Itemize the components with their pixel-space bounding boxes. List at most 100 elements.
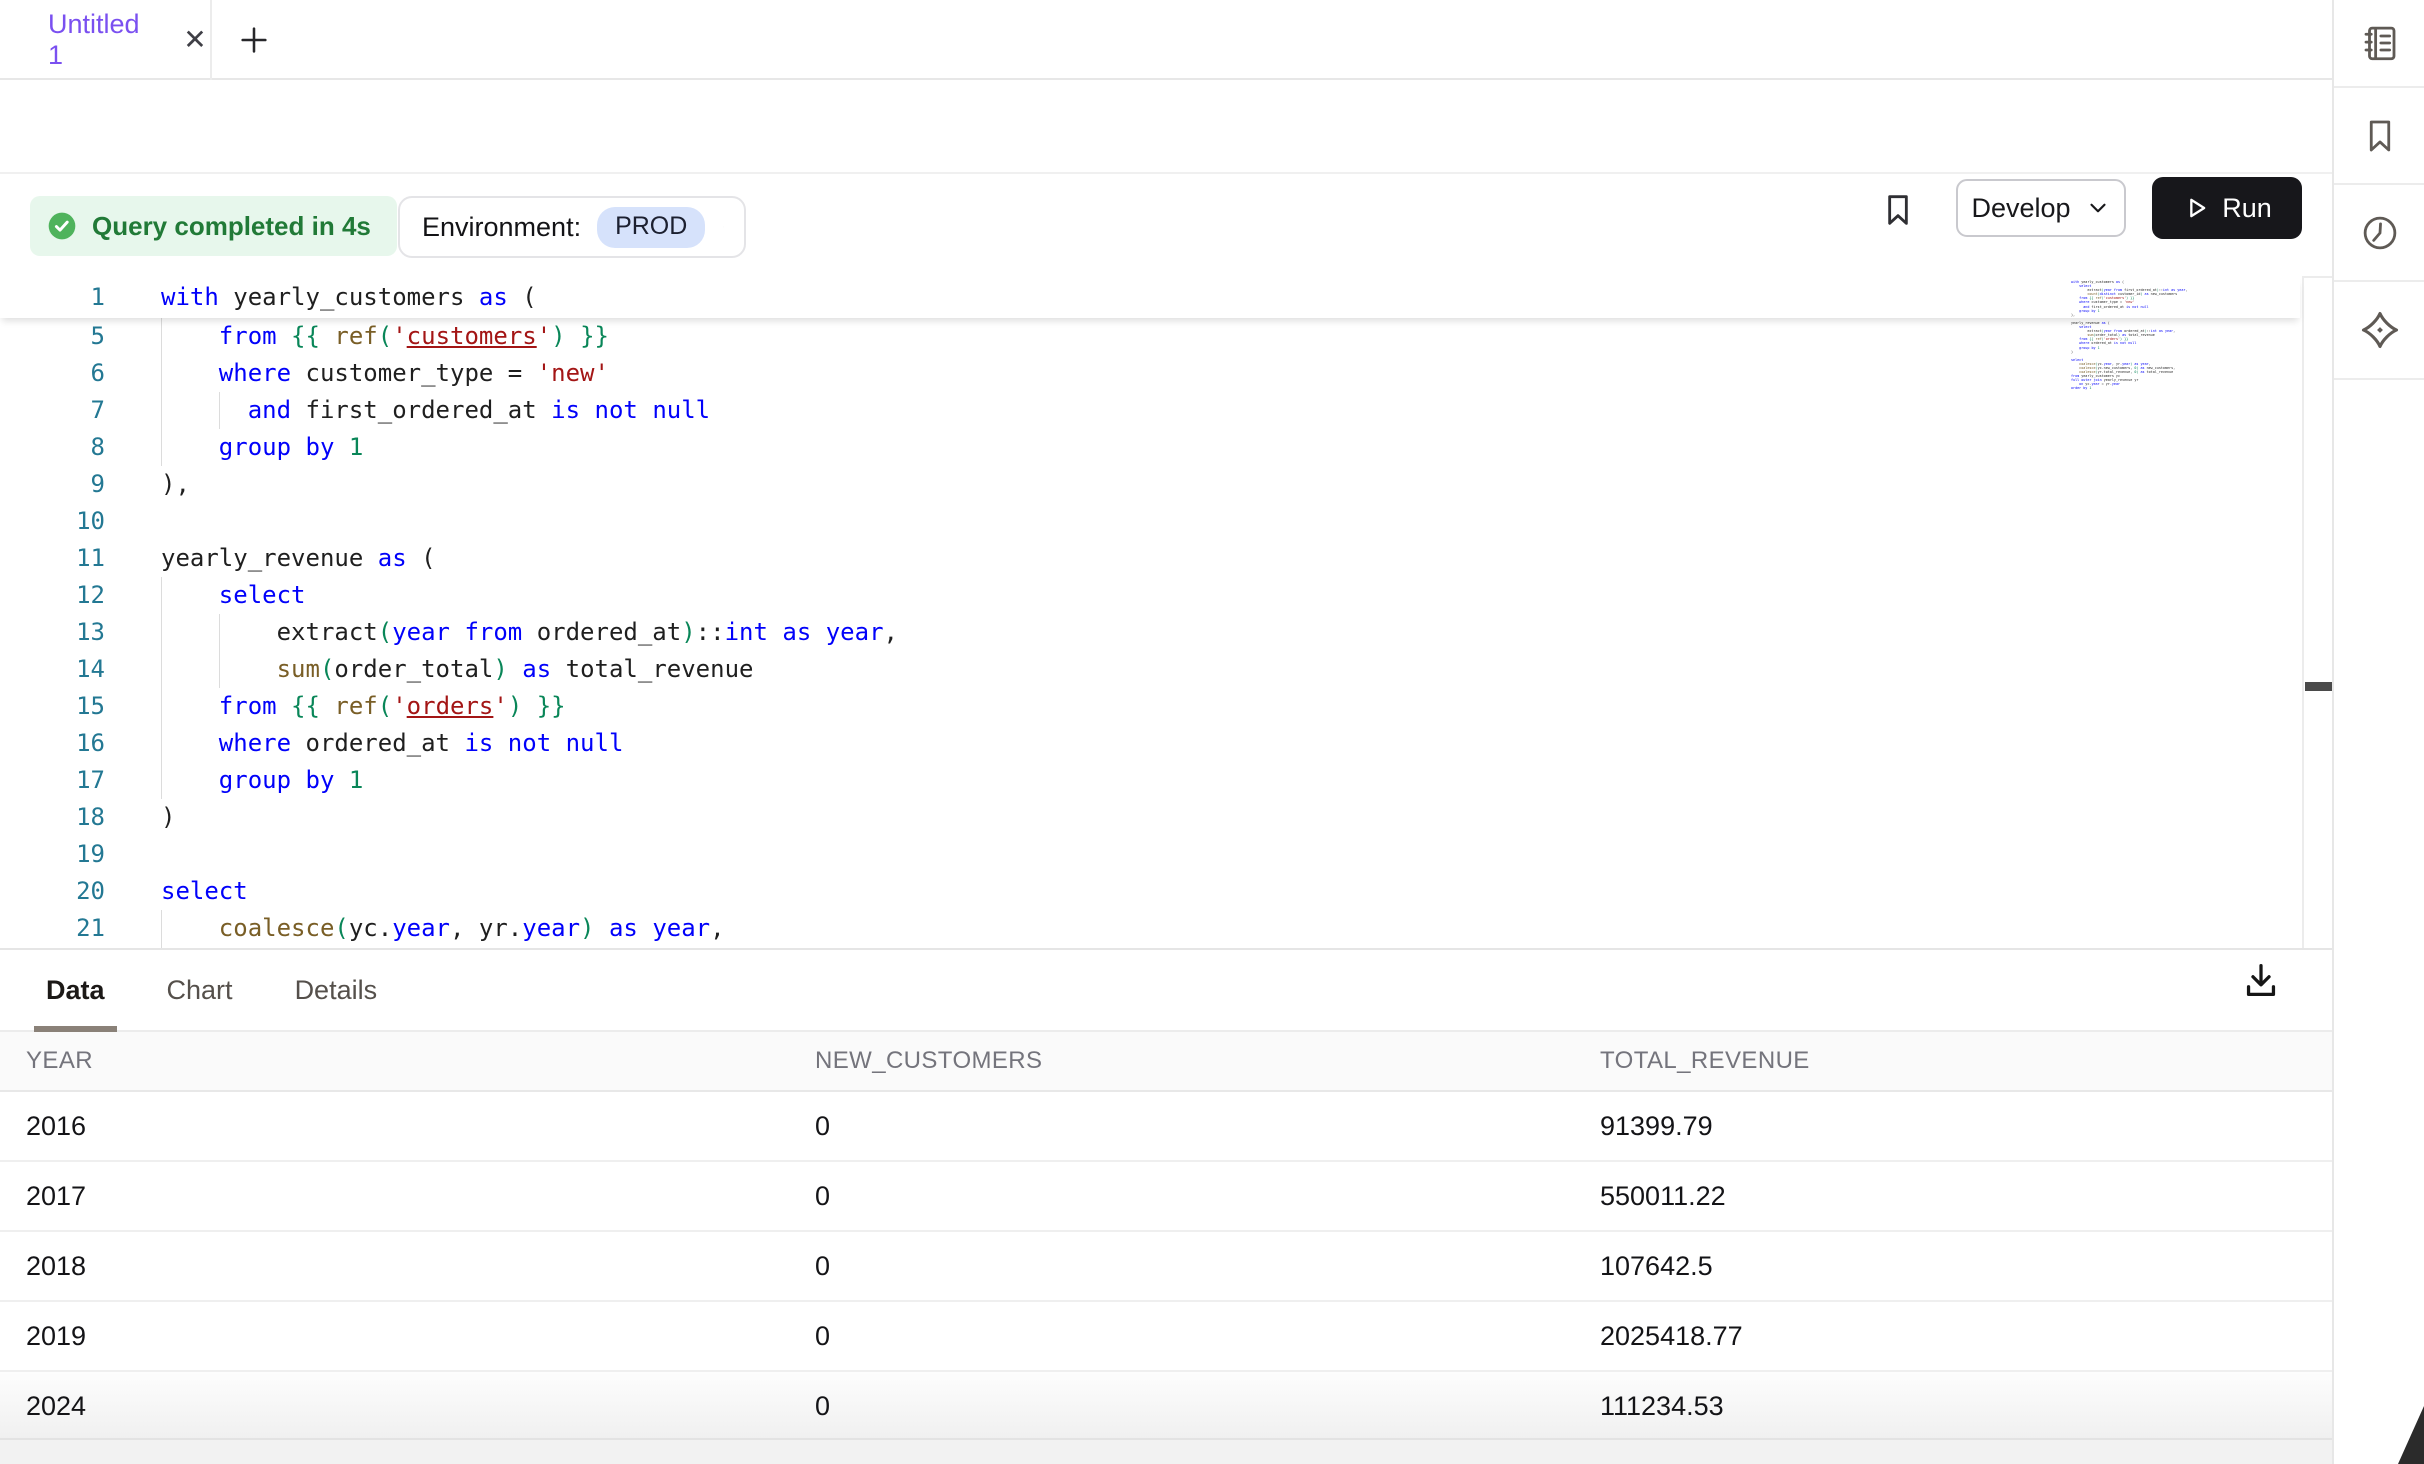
table-cell-year: 2024 bbox=[26, 1391, 815, 1422]
line-number: 7 bbox=[0, 392, 105, 429]
table-cell-year: 2019 bbox=[26, 1321, 815, 1352]
line-number: 19 bbox=[0, 836, 105, 873]
code-text: yearly_revenue as ( bbox=[161, 540, 436, 577]
line-number: 11 bbox=[0, 540, 105, 577]
sticky-scroll-line[interactable]: 1 with yearly_customers as ( bbox=[0, 277, 2300, 318]
line-number: 1 bbox=[0, 277, 105, 318]
line-number: 21 bbox=[0, 910, 105, 947]
new-tab-button[interactable] bbox=[232, 18, 276, 62]
line-number: 15 bbox=[0, 688, 105, 725]
play-icon bbox=[2182, 194, 2210, 222]
table-cell-total_revenue: 107642.5 bbox=[1600, 1251, 2332, 1282]
code-line-8[interactable]: 8 group by 1 bbox=[0, 429, 2060, 466]
sidebar-item-notebook[interactable] bbox=[2334, 0, 2424, 88]
table-cell-year: 2018 bbox=[26, 1251, 815, 1282]
code-line-6[interactable]: 6 where customer_type = 'new' bbox=[0, 355, 2060, 392]
code-line-9[interactable]: 9), bbox=[0, 466, 2060, 503]
line-number: 5 bbox=[0, 318, 105, 355]
line-number: 13 bbox=[0, 614, 105, 651]
download-results-button[interactable] bbox=[2238, 958, 2284, 1004]
code-line-18[interactable]: 18) bbox=[0, 799, 2060, 836]
bookmark-icon bbox=[2359, 115, 2401, 157]
plus-icon bbox=[237, 23, 271, 57]
query-status-badge: Query completed in 4s bbox=[30, 196, 397, 256]
line-number: 6 bbox=[0, 355, 105, 392]
code-text: select bbox=[161, 577, 306, 614]
right-sidebar bbox=[2332, 0, 2424, 1464]
code-line-12[interactable]: 12 select bbox=[0, 577, 2060, 614]
results-tab-bar: Data Chart Details bbox=[0, 950, 2332, 1032]
table-cell-year: 2016 bbox=[26, 1111, 815, 1142]
tab-untitled-1[interactable]: Untitled 1 ✕ bbox=[0, 0, 210, 80]
scrollbar-cursor-marker[interactable] bbox=[2305, 682, 2332, 691]
develop-dropdown-button[interactable]: Develop bbox=[1956, 179, 2126, 237]
code-text: ), bbox=[161, 466, 190, 503]
sql-code-editor[interactable]: 5 from {{ ref('customers') }}6 where cus… bbox=[0, 268, 2332, 948]
run-button[interactable]: Run bbox=[2152, 177, 2302, 239]
code-line-21[interactable]: 21 coalesce(yc.year, yr.year) as year, bbox=[0, 910, 2060, 947]
sidebar-item-bookmarks[interactable] bbox=[2334, 88, 2424, 185]
minimap[interactable]: with yearly_customers as ( select extrac… bbox=[2071, 280, 2196, 391]
column-header-total-revenue: TOTAL_REVENUE bbox=[1600, 1047, 2332, 1075]
editor-scrollbar-track[interactable] bbox=[2302, 276, 2332, 948]
sidebar-item-history[interactable] bbox=[2334, 185, 2424, 282]
chevron-down-icon bbox=[2085, 195, 2111, 221]
line-number: 9 bbox=[0, 466, 105, 503]
bookmark-button[interactable] bbox=[1878, 190, 1918, 230]
run-label: Run bbox=[2222, 193, 2272, 224]
environment-label: Environment: bbox=[422, 212, 581, 243]
line-number: 14 bbox=[0, 651, 105, 688]
sidebar-item-dbt[interactable] bbox=[2334, 282, 2424, 380]
line-number: 8 bbox=[0, 429, 105, 466]
code-line-20[interactable]: 20select bbox=[0, 873, 2060, 910]
code-text: from {{ ref('customers') }} bbox=[161, 318, 609, 355]
line-number: 16 bbox=[0, 725, 105, 762]
code-text: with yearly_customers as ( bbox=[161, 277, 537, 318]
code-text: extract(year from ordered_at)::int as ye… bbox=[161, 614, 898, 651]
code-line-7[interactable]: 7 and first_ordered_at is not null bbox=[0, 392, 2060, 429]
tab-title: Untitled 1 bbox=[48, 9, 162, 71]
horizontal-scrollbar[interactable] bbox=[0, 1438, 2332, 1464]
code-line-14[interactable]: 14 sum(order_total) as total_revenue bbox=[0, 651, 2060, 688]
tab-divider bbox=[210, 0, 212, 80]
develop-label: Develop bbox=[1971, 193, 2070, 224]
line-number: 18 bbox=[0, 799, 105, 836]
dbt-logo-icon bbox=[2358, 308, 2402, 352]
tab-data[interactable]: Data bbox=[34, 949, 117, 1031]
environment-selector[interactable]: Environment: PROD bbox=[398, 196, 746, 258]
tab-details[interactable]: Details bbox=[283, 949, 390, 1031]
column-header-new-customers: NEW_CUSTOMERS bbox=[815, 1047, 1600, 1075]
table-row: 20180107642.5 bbox=[0, 1232, 2332, 1302]
code-text: ) bbox=[161, 799, 175, 836]
code-line-16[interactable]: 16 where ordered_at is not null bbox=[0, 725, 2060, 762]
code-line-11[interactable]: 11 yearly_revenue as ( bbox=[0, 540, 2060, 577]
bookmark-icon bbox=[1878, 190, 1918, 230]
environment-value-chip: PROD bbox=[597, 207, 705, 248]
code-line-15[interactable]: 15 from {{ ref('orders') }} bbox=[0, 688, 2060, 725]
results-panel: Data Chart Details YEAR NEW_CUSTOMERS TO… bbox=[0, 948, 2332, 1464]
chevron-down-icon bbox=[723, 215, 724, 239]
code-line-17[interactable]: 17 group by 1 bbox=[0, 762, 2060, 799]
line-number: 17 bbox=[0, 762, 105, 799]
results-table-header: YEAR NEW_CUSTOMERS TOTAL_REVENUE bbox=[0, 1032, 2332, 1092]
check-circle-icon bbox=[46, 210, 78, 242]
query-status-text: Query completed in 4s bbox=[92, 211, 371, 242]
editor-toolbar: Develop Run bbox=[0, 82, 2332, 174]
code-line-19[interactable]: 19 bbox=[0, 836, 2060, 873]
table-cell-new_customers: 0 bbox=[815, 1111, 1600, 1142]
code-text: group by 1 bbox=[161, 429, 363, 466]
table-cell-new_customers: 0 bbox=[815, 1251, 1600, 1282]
code-line-13[interactable]: 13 extract(year from ordered_at)::int as… bbox=[0, 614, 2060, 651]
code-line-1[interactable]: 1 with yearly_customers as ( bbox=[0, 277, 2060, 318]
code-text: and first_ordered_at is not null bbox=[161, 392, 710, 429]
code-text: coalesce(yc.year, yr.year) as year, bbox=[161, 910, 725, 947]
table-row: 201902025418.77 bbox=[0, 1302, 2332, 1372]
table-row: 2016091399.79 bbox=[0, 1092, 2332, 1162]
tab-chart[interactable]: Chart bbox=[155, 949, 245, 1031]
tab-close-icon[interactable]: ✕ bbox=[180, 25, 210, 55]
code-line-5[interactable]: 5 from {{ ref('customers') }} bbox=[0, 318, 2060, 355]
table-cell-new_customers: 0 bbox=[815, 1181, 1600, 1212]
line-number: 12 bbox=[0, 577, 105, 614]
code-line-10[interactable]: 10 bbox=[0, 503, 2060, 540]
table-row: 20170550011.22 bbox=[0, 1162, 2332, 1232]
